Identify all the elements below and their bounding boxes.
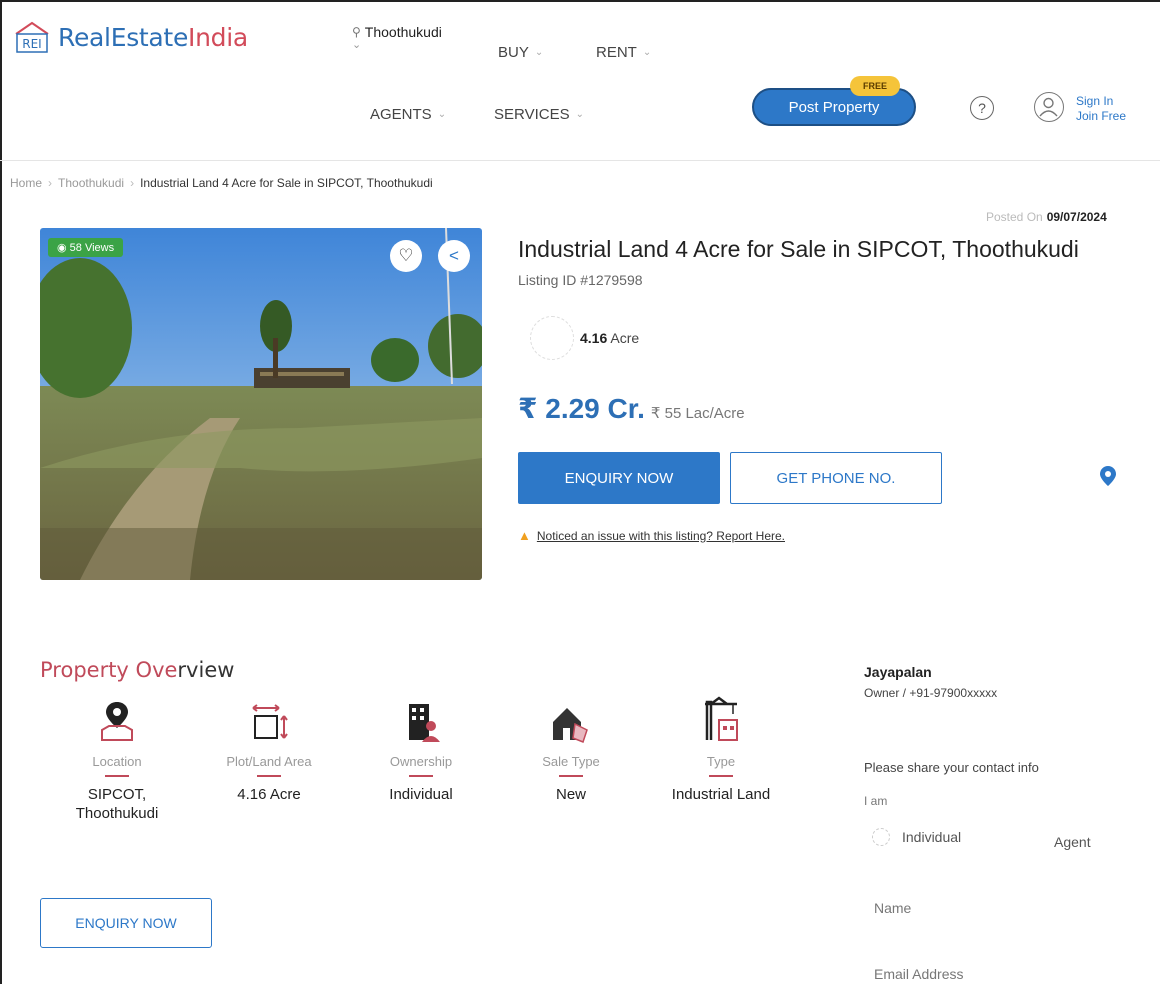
ownership-building-icon [401,694,441,744]
radio-individual[interactable]: Individual [872,828,961,846]
chevron-down-icon: ⌄ [534,47,544,58]
radio-agent[interactable]: Agent [1054,834,1091,850]
house-tag-icon [549,694,593,744]
listing-title: Industrial Land 4 Acre for Sale in SIPCO… [518,236,1079,262]
area-icon [530,316,574,360]
share-contact-label: Please share your contact info [864,760,1039,775]
price: ₹ 2.29 Cr. ₹ 55 Lac/Acre [518,393,745,424]
report-listing[interactable]: ▲ Noticed an issue with this listing? Rep… [518,528,785,543]
free-badge: FREE [850,76,900,96]
area-value: 4.16 Acre [580,330,640,346]
nav-services[interactable]: SERVICES ⌄ [494,106,584,123]
city-selector[interactable]: ⚲ Thoothukudi ⌄ [352,24,442,51]
chevron-down-icon: ⌄ [575,109,584,120]
i-am-label: I am [864,794,888,808]
name-input[interactable]: Name [874,900,911,916]
svg-text:REI: REI [22,37,41,51]
crane-building-icon [699,694,743,744]
share-icon[interactable]: < [438,240,470,272]
breadcrumb-city[interactable]: Thoothukudi [58,176,124,190]
overview-plot-area: Plot/Land Area 4.16 Acre [194,694,344,804]
property-photo[interactable] [40,228,482,580]
enquiry-now-button[interactable]: ENQUIRY NOW [518,452,720,504]
overview-sale-type: Sale Type New [496,694,646,804]
site-logo[interactable]: REI RealEstateIndia [14,20,248,54]
chevron-down-icon: ⌄ [642,47,652,58]
posted-on: Posted On 09/07/2024 [986,210,1107,224]
help-icon[interactable]: ? [970,96,994,120]
nav-rent[interactable]: RENT ⌄ [596,44,651,61]
get-phone-button[interactable]: GET PHONE NO. [730,452,942,504]
house-logo-icon: REI [14,20,50,54]
plot-area-icon [247,694,291,744]
owner-name: Jayapalan [864,664,932,680]
overview-ownership: Ownership Individual [346,694,496,804]
breadcrumb: Home › Thoothukudi › Industrial Land 4 A… [10,176,433,190]
location-pin-icon [97,694,137,744]
breadcrumb-home[interactable]: Home [10,176,42,190]
favorite-heart-icon[interactable]: ♡ [390,240,422,272]
overview-enquiry-button[interactable]: ENQUIRY NOW [40,898,212,948]
nav-buy[interactable]: BUY ⌄ [498,44,543,61]
views-badge: ◉ 58 Views [48,238,124,257]
chevron-down-icon: ⌄ [352,39,362,51]
pin-small-icon: ⚲ [352,25,361,39]
chevron-down-icon: ⌄ [437,109,447,120]
brand-name: RealEstateIndia [58,22,248,52]
listing-id: Listing ID #1279598 [518,272,643,288]
map-pin-icon[interactable] [1100,466,1116,492]
overview-type: Type Industrial Land [646,694,796,804]
eye-icon: ◉ [57,242,70,254]
overview-location: Location SIPCOT, Thoothukudi [42,694,192,823]
owner-info: Owner / +91-97900xxxxx [864,686,998,700]
warning-icon: ▲ [518,528,531,543]
breadcrumb-current: Industrial Land 4 Acre for Sale in SIPCO… [140,176,433,190]
overview-heading: Property Overview [40,658,235,682]
header-divider [0,160,1160,161]
nav-agents[interactable]: AGENTS ⌄ [370,106,446,123]
user-icon[interactable] [1034,92,1064,122]
radio-icon [872,828,890,846]
sign-in-link[interactable]: Sign In Join Free [1076,94,1126,124]
email-input[interactable]: Email Address [874,966,963,982]
price-per-acre: ₹ 55 Lac/Acre [650,405,745,422]
